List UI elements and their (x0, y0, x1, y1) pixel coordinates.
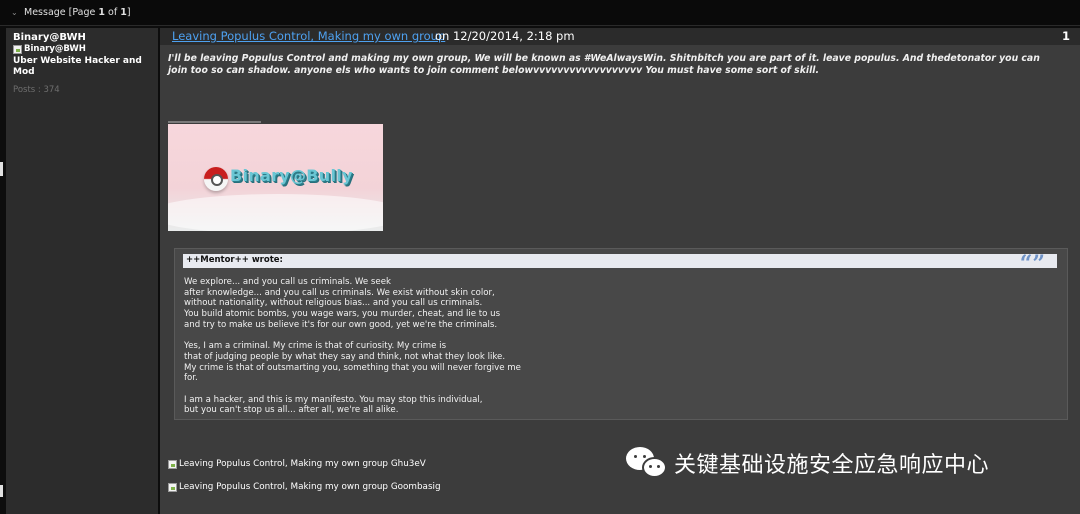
collapse-arrow-icon[interactable]: ⌄ (11, 8, 18, 17)
quote-line: but you can't stop us all... after all, … (184, 405, 399, 416)
quote-line: My crime is that of outsmarting you, som… (184, 362, 521, 373)
quote-line: for. (184, 373, 198, 384)
author-post-count: Posts : 374 (13, 85, 60, 95)
quote-text: We explore... and you call us criminals.… (184, 277, 604, 427)
author-username[interactable]: Binary@BWH (13, 32, 86, 43)
quote-header: ++Mentor++ wrote: “” (183, 251, 1057, 277)
quote-line: Yes, I am a criminal. My crime is that o… (184, 341, 447, 352)
page-prefix: Message [Page (24, 7, 99, 18)
quote-block: ++Mentor++ wrote: “” We explore... and y… (174, 248, 1068, 420)
wechat-icon (626, 444, 668, 482)
post-header: Leaving Populus Control, Making my own g… (160, 28, 1080, 45)
quote-paragraph: Yes, I am a criminal. My crime is that o… (184, 341, 604, 384)
total-pages: 1 (120, 7, 127, 18)
broken-image-icon (168, 482, 177, 492)
rank-image-alt: Binary@BWH (24, 44, 86, 54)
post-date: on 12/20/2014, 2:18 pm (435, 29, 575, 43)
author-panel: Binary@BWH Binary@BWH Uber Website Hacke… (6, 28, 158, 514)
edge-marker (0, 485, 3, 497)
message-header-bar: ⌄ Message [Page 1 of 1] (0, 0, 1080, 26)
banner-text: Binary@Bully (230, 166, 353, 185)
broken-image-icon (13, 44, 22, 54)
quote-line: after knowledge... and you call us crimi… (184, 287, 495, 298)
post-title-link[interactable]: Leaving Populus Control, Making my own g… (172, 29, 445, 43)
watermark-text: 关键基础设施安全应急响应中心 (674, 453, 990, 478)
quote-line: I am a hacker, and this is my manifesto.… (184, 394, 483, 405)
quote-paragraph: I am a hacker, and this is my manifesto.… (184, 395, 604, 416)
edge-marker (0, 162, 3, 176)
page-suffix: ] (126, 7, 131, 18)
quote-line: that of judging people by what they say … (184, 351, 506, 362)
author-rank: Uber Website Hacker and Mod (13, 56, 142, 77)
image-alt-text: Leaving Populus Control, Making my own g… (179, 459, 426, 469)
broken-image-goombasig: Leaving Populus Control, Making my own g… (168, 482, 441, 492)
pokeball-icon (204, 167, 228, 191)
post-content: Leaving Populus Control, Making my own g… (160, 28, 1080, 514)
quote-line: and try to make us believe it's for our … (184, 319, 498, 330)
page-of: of (105, 7, 121, 18)
quote-mark-icon: “” (1019, 251, 1045, 277)
broken-image-ghu3ev: Leaving Populus Control, Making my own g… (168, 459, 426, 469)
banner-swoosh (168, 194, 383, 231)
broken-image-icon (168, 459, 177, 469)
post-number[interactable]: 1 (1062, 29, 1070, 43)
quote-line: You build atomic bombs, you wage wars, y… (184, 309, 501, 320)
image-alt-text: Leaving Populus Control, Making my own g… (179, 482, 441, 492)
banner-top-line (168, 121, 261, 123)
quote-author: ++Mentor++ wrote: (186, 255, 283, 265)
message-page-label: Message [Page 1 of 1] (24, 7, 131, 18)
watermark: 关键基础设施安全应急响应中心 (626, 444, 989, 482)
quote-paragraph: We explore... and you call us criminals.… (184, 277, 604, 331)
post-body: I'll be leaving Populus Control and maki… (168, 53, 1040, 76)
rank-image: Binary@BWH (13, 44, 86, 54)
quote-line: We explore... and you call us criminals.… (184, 277, 391, 287)
signature-banner-image: Binary@Bully (168, 124, 383, 231)
quote-line: without nationality, without religious b… (184, 298, 483, 309)
